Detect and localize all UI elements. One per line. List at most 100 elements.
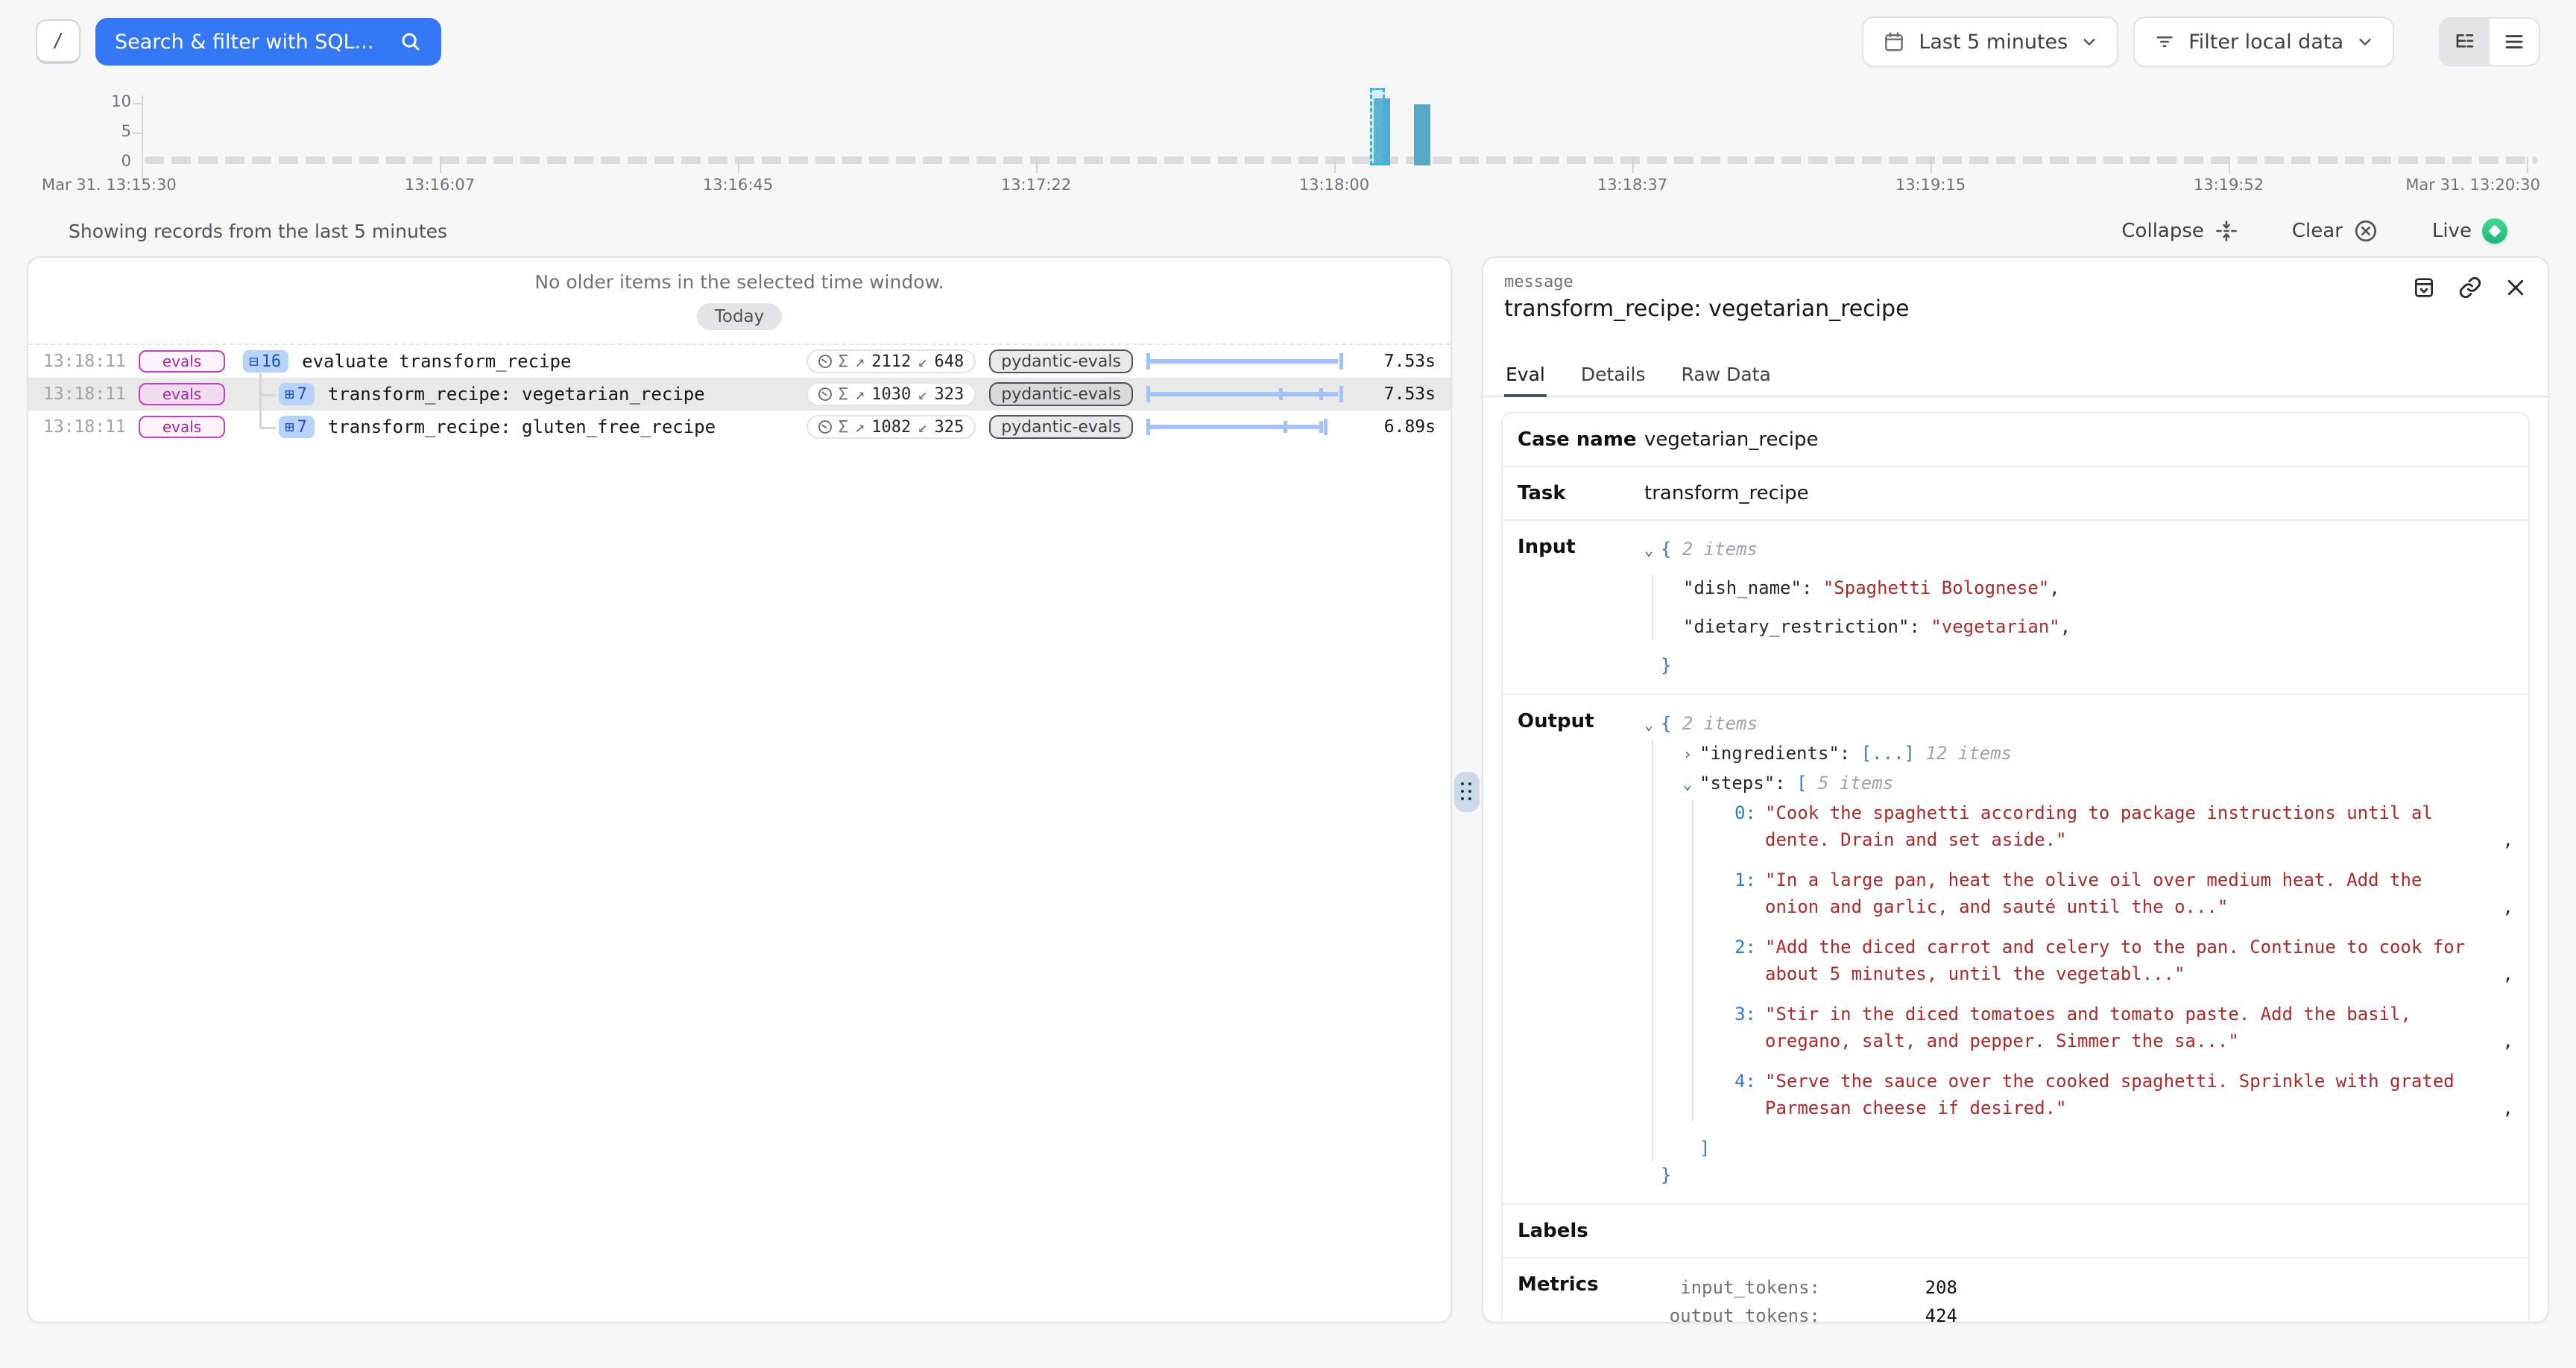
coin-icon	[816, 385, 833, 402]
x-axis-label: Mar 31. 13:15:30	[42, 176, 177, 194]
service-tag[interactable]: pydantic-evals	[989, 415, 1133, 439]
empty-window-notice: No older items in the selected time wind…	[28, 258, 1450, 293]
clear-label: Clear	[2292, 220, 2343, 242]
input-row: Input ⌄{ 2 items"dish_name": "Spaghetti …	[1503, 521, 2528, 695]
expand-chevron-icon[interactable]: ›	[1683, 743, 1699, 765]
pin-to-drawer-icon[interactable]	[2412, 276, 2436, 300]
collapse-button[interactable]: Collapse	[2121, 219, 2238, 243]
row-timestamp: 13:18:11	[43, 417, 127, 437]
tree-list-icon	[2454, 31, 2476, 53]
live-toggle[interactable]: Live	[2432, 218, 2507, 244]
search-button[interactable]: Search & filter with SQL...	[95, 18, 441, 66]
span-count-badge[interactable]: ⊟16	[243, 350, 288, 373]
chevron-down-icon	[2081, 34, 2097, 50]
service-tag[interactable]: pydantic-evals	[989, 349, 1133, 373]
view-toggle-group	[2439, 17, 2540, 66]
service-tag[interactable]: pydantic-evals	[989, 382, 1133, 406]
row-tag-evals[interactable]: evals	[139, 383, 225, 405]
x-axis-label: 13:17:22	[1001, 176, 1071, 194]
showing-records-text: Showing records from the last 5 minutes	[69, 221, 447, 242]
collapse-chevron-icon[interactable]: ⌄	[1644, 713, 1661, 735]
y-axis-tick	[133, 103, 142, 104]
x-axis-label: 13:16:07	[405, 176, 475, 194]
labels-label: Labels	[1503, 1205, 1644, 1257]
row-title: transform_recipe: gluten_free_recipe	[328, 417, 716, 437]
trace-row[interactable]: 13:18:11 evals ⊞7 transform_recipe: vege…	[28, 378, 1450, 411]
copy-link-icon[interactable]	[2458, 276, 2482, 300]
empty-buckets-dashes	[145, 156, 2537, 164]
live-label: Live	[2432, 220, 2472, 242]
trace-row[interactable]: 13:18:11 evals ⊟16 evaluate transform_re…	[28, 345, 1450, 378]
trace-list-panel: No older items in the selected time wind…	[27, 256, 1452, 1323]
row-tag-evals[interactable]: evals	[139, 416, 225, 438]
row-duration: 6.89s	[1361, 417, 1436, 437]
metrics-values: input_tokens:208output_tokens:424request…	[1644, 1258, 2528, 1322]
list-view-toggle[interactable]	[2490, 19, 2539, 65]
slash-shortcut-key: /	[36, 19, 80, 64]
steps-item: 3:"Stir in the diced tomatoes and tomato…	[1723, 1001, 2513, 1054]
x-axis-tick	[2229, 156, 2230, 173]
time-range-dropdown[interactable]: Last 5 minutes	[1862, 16, 2118, 67]
input-json-tree: ⌄{ 2 items"dish_name": "Spaghetti Bologn…	[1644, 521, 2528, 694]
detail-body: Case name vegetarian_recipe Task transfo…	[1483, 397, 2548, 1322]
x-axis-label: 13:19:52	[2194, 176, 2264, 194]
input-arrow-icon: ↗	[855, 418, 865, 437]
x-axis-tick	[142, 156, 143, 173]
row-duration: 7.53s	[1361, 352, 1436, 371]
input-arrow-icon: ↗	[855, 385, 865, 404]
case-name-value: vegetarian_recipe	[1644, 414, 2528, 466]
panel-resize-handle[interactable]	[1454, 772, 1480, 812]
tab-details[interactable]: Details	[1579, 355, 1647, 396]
steps-item: 2:"Add the diced carrot and celery to th…	[1723, 934, 2513, 987]
local-filter-label: Filter local data	[2188, 31, 2343, 54]
tree-connector	[259, 427, 276, 429]
status-row: Showing records from the last 5 minutes …	[0, 206, 2576, 247]
row-title: evaluate transform_recipe	[302, 351, 571, 372]
detail-title: transform_recipe: vegetarian_recipe	[1504, 296, 2527, 322]
output-label: Output	[1503, 695, 1644, 1203]
y-axis-tick	[133, 133, 142, 134]
local-filter-dropdown[interactable]: Filter local data	[2133, 16, 2394, 67]
collapse-chevron-icon[interactable]: ⌄	[1683, 773, 1699, 795]
records-histogram: 10 5 0 Mar 31. 13:15:30 13:16:07 13:16:45 13:1…	[0, 83, 2576, 206]
tree-view-toggle[interactable]	[2440, 19, 2490, 65]
x-axis-tick	[440, 156, 441, 173]
topbar: / Search & filter with SQL... Last 5 min…	[0, 0, 2576, 80]
sigma-icon: Σ	[839, 352, 848, 371]
sigma-icon: Σ	[839, 418, 848, 437]
y-axis-label: 5	[27, 122, 131, 140]
span-count-badge[interactable]: ⊞7	[279, 383, 315, 405]
input-arrow-icon: ↗	[855, 352, 865, 371]
coin-icon	[816, 352, 833, 370]
detail-tabs: Eval Details Raw Data	[1483, 355, 2548, 397]
histogram-bar[interactable]	[1414, 104, 1430, 165]
collapse-square-icon: ⊟	[249, 354, 259, 370]
row-tag-evals[interactable]: evals	[139, 350, 225, 373]
filter-lines-icon	[2154, 31, 2175, 52]
span-count-badge[interactable]: ⊞7	[279, 416, 315, 438]
y-axis-label: 0	[27, 152, 131, 170]
output-arrow-icon: ↙	[918, 418, 927, 437]
tree-connector	[259, 373, 262, 427]
output-json-tree: ⌄{ 2 items›"ingredients": [...] 12 items…	[1644, 695, 2528, 1203]
row-title: transform_recipe: vegetarian_recipe	[328, 384, 705, 405]
token-usage-pill: Σ↗2112↙648	[806, 349, 976, 373]
clear-button[interactable]: Clear	[2292, 218, 2378, 244]
search-label: Search & filter with SQL...	[115, 31, 373, 54]
close-icon[interactable]	[2504, 276, 2527, 299]
x-axis-tick	[1632, 156, 1634, 173]
metric-row: output_tokens:424	[1644, 1302, 2513, 1322]
expand-square-icon: ⊞	[285, 419, 294, 435]
collapse-chevron-icon[interactable]: ⌄	[1644, 539, 1661, 561]
record-kind-label: message	[1504, 273, 2527, 291]
row-timestamp: 13:18:11	[43, 352, 127, 371]
search-icon	[400, 31, 422, 53]
tab-eval[interactable]: Eval	[1504, 355, 1547, 396]
y-axis-label: 10	[27, 92, 131, 110]
x-axis-label: 13:16:45	[703, 176, 773, 194]
tab-raw-data[interactable]: Raw Data	[1680, 355, 1772, 396]
metric-row: input_tokens:208	[1644, 1273, 2513, 1302]
metrics-label: Metrics	[1503, 1258, 1644, 1322]
trace-row[interactable]: 13:18:11 evals ⊞7 transform_recipe: glut…	[28, 411, 1450, 443]
detail-panel: message transform_recipe: vegetarian_rec…	[1482, 256, 2549, 1323]
